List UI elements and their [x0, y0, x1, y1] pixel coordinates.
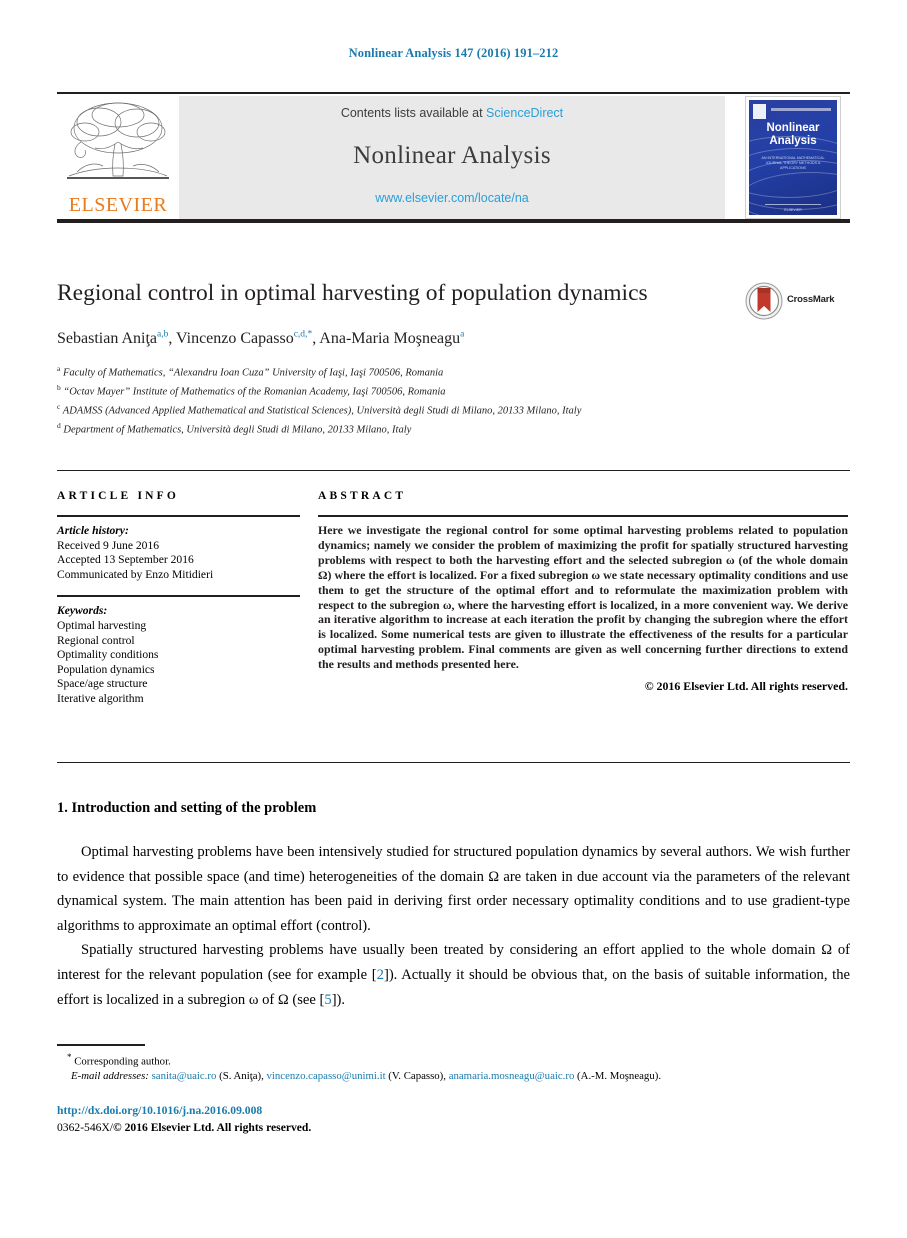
elsevier-logo: ELSEVIER: [57, 96, 179, 219]
affiliation-text: “Octav Mayer” Institute of Mathematics o…: [63, 386, 446, 398]
article-info-column: ARTICLE INFO Article history: Received 9…: [57, 490, 300, 707]
history-item: Communicated by Enzo Mitidieri: [57, 567, 214, 581]
crossmark-icon: [745, 282, 783, 320]
elsevier-tree-icon: [67, 102, 169, 179]
article-info-heading: ARTICLE INFO: [57, 490, 180, 502]
issn-line: 0362-546X/© 2016 Elsevier Ltd. All right…: [57, 1121, 311, 1134]
journal-name: Nonlinear Analysis: [353, 142, 551, 169]
issn-copyright: © 2016 Elsevier Ltd. All rights reserved…: [113, 1121, 312, 1134]
affiliation-item: b “Octav Mayer” Institute of Mathematics…: [57, 381, 847, 400]
issn-prefix: 0362-546X/: [57, 1121, 114, 1134]
contents-prefix: Contents lists available at: [340, 106, 487, 120]
header-divider: [57, 470, 850, 471]
email-link[interactable]: anamaria.mosneagu@uaic.ro: [449, 1070, 575, 1082]
keyword-item: Optimality conditions: [57, 648, 159, 662]
cover-subtitle: AN INTERNATIONAL MATHEMATICAL JOURNAL TH…: [761, 156, 825, 170]
authors-html: Sebastian Aniţaa,b, Vincenzo Capassoc,d,…: [57, 330, 465, 348]
article-info-rule: [57, 515, 300, 517]
paragraph-part: ]).: [331, 991, 346, 1008]
affiliation-item: c ADAMSS (Advanced Applied Mathematical …: [57, 400, 847, 419]
email-addresses-note: E-mail addresses: sanita@uaic.ro (S. Ani…: [71, 1070, 662, 1083]
article-history-block: Article history: Received 9 June 2016 Ac…: [57, 524, 300, 582]
paragraph: Spatially structured harvesting problems…: [57, 938, 850, 1012]
citation-link[interactable]: 5: [324, 992, 331, 1008]
email-owner: (S. Aniţa): [219, 1070, 262, 1083]
sciencedirect-link[interactable]: ScienceDirect: [486, 106, 563, 120]
cover-elsevier-mark-icon: [753, 104, 766, 119]
abstract-column: ABSTRACT Here we investigate the regiona…: [318, 490, 848, 694]
footnote-rule: [57, 1044, 145, 1046]
crossmark-label: CrossMark: [787, 294, 835, 305]
paper-page: Nonlinear Analysis 147 (2016) 191–212 EL…: [0, 0, 907, 1238]
corresponding-author-text: Corresponding author.: [74, 1055, 171, 1068]
cover-bottom-rule: [765, 204, 821, 205]
banner-bottom-rule: [57, 219, 850, 223]
running-head: Nonlinear Analysis 147 (2016) 191–212: [348, 46, 559, 60]
cover-title: Nonlinear Analysis: [749, 122, 837, 148]
keyword-item: Iterative algorithm: [57, 691, 144, 705]
cover-footer: ELSEVIER: [784, 208, 802, 212]
email-link[interactable]: vincenzo.capasso@unimi.it: [267, 1070, 386, 1082]
history-item: Received 9 June 2016: [57, 538, 160, 552]
paragraph: Optimal harvesting problems have been in…: [57, 844, 850, 934]
journal-cover-thumbnail[interactable]: Nonlinear Analysis AN INTERNATIONAL MATH…: [745, 96, 841, 219]
doi-link[interactable]: http://dx.doi.org/10.1016/j.na.2016.09.0…: [57, 1104, 262, 1117]
email-label: E-mail addresses:: [71, 1070, 149, 1083]
affiliation-text: ADAMSS (Advanced Applied Mathematical an…: [62, 405, 582, 417]
author-list: Sebastian Aniţaa,b, Vincenzo Capassoc,d,…: [57, 330, 847, 348]
affiliation-text: Department of Mathematics, Università de…: [63, 424, 412, 436]
abstract-copyright: © 2016 Elsevier Ltd. All rights reserved…: [644, 679, 848, 694]
page-title: Regional control in optimal harvesting o…: [57, 280, 648, 306]
keywords-rule: [57, 595, 300, 598]
banner-top-rule: [57, 92, 850, 94]
cover-top-rule: [771, 108, 831, 111]
article-history-label: Article history:: [57, 524, 129, 537]
asterisk-mark: *: [67, 1052, 72, 1062]
section-heading: 1. Introduction and setting of the probl…: [57, 800, 317, 816]
email-owner: (A.-M. Moşneagu): [577, 1070, 659, 1083]
body-text: Optimal harvesting problems have been in…: [57, 840, 850, 1012]
email-link[interactable]: sanita@uaic.ro: [152, 1070, 217, 1082]
cover-title-line1: Nonlinear: [766, 122, 820, 134]
keyword-item: Space/age structure: [57, 677, 148, 691]
abstract-text: Here we investigate the regional control…: [318, 523, 848, 672]
affiliation-text: Faculty of Mathematics, “Alexandru Ioan …: [62, 367, 444, 379]
history-item: Accepted 13 September 2016: [57, 553, 194, 567]
cover-artwork: Nonlinear Analysis AN INTERNATIONAL MATH…: [749, 100, 837, 215]
affiliation-mark: d: [57, 421, 61, 431]
footnote-block: * Corresponding author. E-mail addresses…: [57, 1050, 850, 1084]
affiliation-mark: b: [57, 383, 61, 393]
keywords-block: Keywords: Optimal harvesting Regional co…: [57, 604, 300, 706]
corresponding-author-note: * Corresponding author.: [57, 1050, 850, 1069]
journal-banner: ELSEVIER Contents lists available at Sci…: [57, 92, 850, 223]
affiliation-item: d Department of Mathematics, Università …: [57, 419, 847, 438]
affiliation-item: a Faculty of Mathematics, “Alexandru Ioa…: [57, 362, 847, 381]
citation-link[interactable]: 2: [377, 967, 384, 983]
cover-title-line2: Analysis: [769, 135, 817, 147]
keyword-item: Regional control: [57, 633, 135, 647]
journal-url-link[interactable]: www.elsevier.com/locate/na: [179, 191, 725, 205]
keyword-item: Optimal harvesting: [57, 618, 147, 632]
abstract-rule: [318, 515, 848, 517]
crossmark-badge[interactable]: CrossMark: [745, 282, 848, 320]
abstract-divider: [57, 762, 850, 763]
contents-line: Contents lists available at ScienceDirec…: [179, 106, 725, 120]
affiliation-mark: c: [57, 402, 61, 412]
elsevier-wordmark: ELSEVIER: [68, 194, 168, 216]
keyword-item: Population dynamics: [57, 662, 155, 676]
affiliation-mark: a: [57, 364, 61, 373]
affiliation-list: a Faculty of Mathematics, “Alexandru Ioa…: [57, 362, 847, 438]
email-owner: (V. Capasso): [388, 1070, 444, 1083]
keywords-label: Keywords:: [57, 604, 108, 618]
abstract-heading: ABSTRACT: [318, 490, 407, 502]
banner-center: Contents lists available at ScienceDirec…: [179, 96, 725, 219]
